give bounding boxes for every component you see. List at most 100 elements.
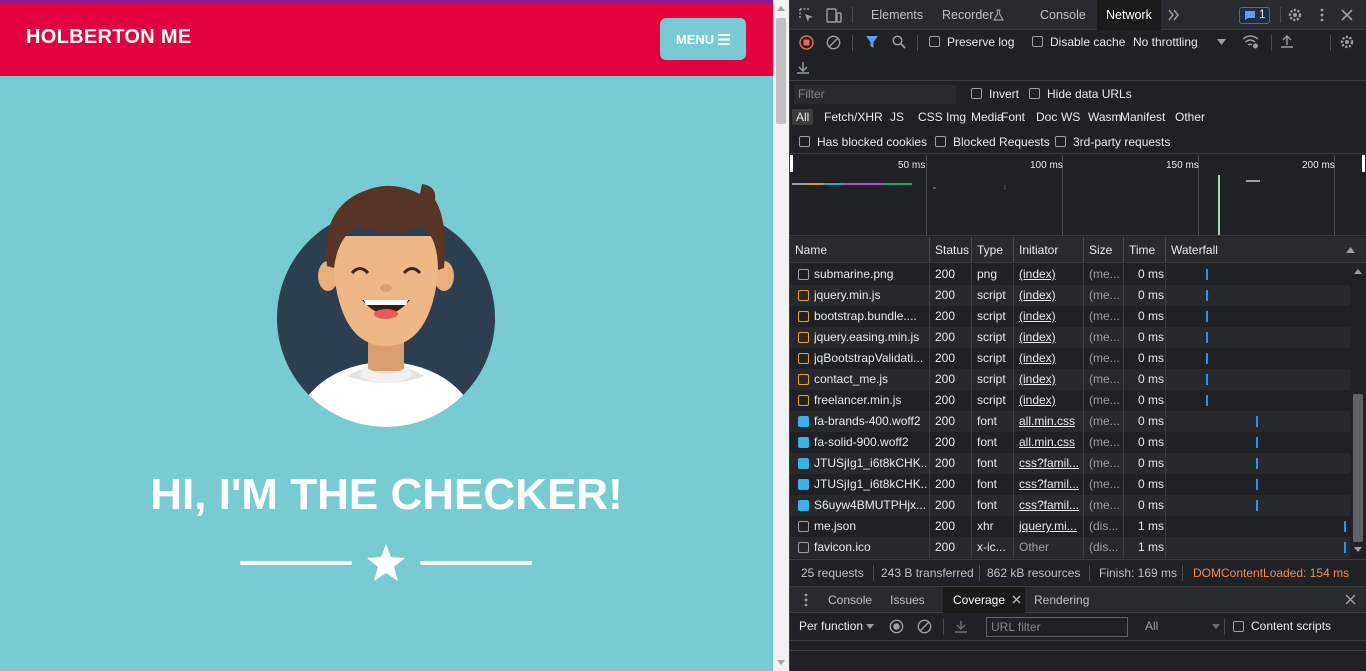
scrollbar-thumb[interactable] (1353, 394, 1363, 542)
url-filter-input[interactable]: URL filter (986, 617, 1128, 637)
per-function-select[interactable]: Per function (799, 619, 863, 633)
overview-timeline[interactable]: 50 ms 100 ms 150 ms 200 ms (790, 155, 1366, 236)
drawer-menu-icon[interactable] (804, 593, 808, 607)
request-row[interactable]: jquery.easing.min.js 200 script (index) (me.… (790, 327, 1350, 348)
request-row[interactable]: favicon.ico 200 x-ic... Other (dis... 1 ms (790, 537, 1350, 558)
cell-initiator[interactable]: all.min.css (1019, 432, 1083, 453)
col-time[interactable]: Time (1124, 237, 1166, 263)
has-blocked-cookies-checkbox[interactable] (799, 136, 810, 147)
filter-icon[interactable] (865, 35, 879, 49)
cell-initiator[interactable]: css?famil... (1019, 495, 1083, 516)
record-coverage-icon[interactable] (889, 619, 904, 634)
type-filter-ws[interactable]: WS (1061, 110, 1080, 124)
cell-initiator[interactable]: (index) (1019, 264, 1083, 285)
request-row[interactable]: fa-brands-400.woff2 200 font all.min.css (me… (790, 411, 1350, 432)
more-tabs-chevron-icon[interactable] (1167, 9, 1181, 21)
cell-initiator[interactable]: jquery.mi... (1019, 516, 1083, 537)
scrollbar-thumb[interactable] (776, 18, 786, 124)
network-conditions-icon[interactable] (1242, 34, 1259, 49)
col-type[interactable]: Type (972, 237, 1014, 263)
cell-initiator[interactable]: (index) (1019, 390, 1083, 411)
throttling-select[interactable]: No throttling (1133, 35, 1198, 49)
request-row[interactable]: me.json 200 xhr jquery.mi... (dis... 1 ms (790, 516, 1350, 537)
type-filter-manifest[interactable]: Manifest (1120, 110, 1165, 124)
cell-initiator[interactable]: css?famil... (1019, 453, 1083, 474)
tab-network[interactable]: Network (1097, 0, 1161, 30)
content-scripts-checkbox[interactable] (1233, 621, 1244, 632)
drawer-tab-console[interactable]: Console (828, 593, 872, 607)
col-status[interactable]: Status (930, 237, 972, 263)
request-row[interactable]: bootstrap.bundle.... 200 script (index) (me.… (790, 306, 1350, 327)
chevron-down-icon[interactable] (866, 624, 874, 629)
brand-link[interactable]: HOLBERTON ME (26, 26, 191, 49)
tab-console[interactable]: Console (1040, 0, 1086, 30)
request-row[interactable]: JTUSjIg1_i6t8kCHK... 200 font css?famil... (… (790, 474, 1350, 495)
close-tab-icon[interactable] (1012, 595, 1021, 604)
disable-cache-checkbox[interactable] (1032, 36, 1043, 47)
col-waterfall[interactable]: Waterfall (1166, 237, 1350, 263)
import-har-icon[interactable] (1280, 34, 1294, 49)
overview-handle-right[interactable] (1362, 155, 1365, 172)
menu-button[interactable]: MENU (660, 18, 746, 60)
device-toolbar-icon[interactable] (826, 8, 842, 23)
col-size[interactable]: Size (1084, 237, 1124, 263)
type-filter-font[interactable]: Font (1001, 110, 1025, 124)
invert-checkbox[interactable] (971, 88, 982, 99)
request-row[interactable]: JTUSjIg1_i6t8kCHK... 200 font css?famil... (… (790, 453, 1350, 474)
filter-input[interactable]: Filter (794, 85, 956, 104)
scroll-up-arrow-icon[interactable] (777, 6, 785, 11)
request-row[interactable]: S6uyw4BMUTPHjx... 200 font css?famil... (me.… (790, 495, 1350, 516)
settings-gear-icon[interactable] (1287, 7, 1303, 23)
request-row[interactable]: freelancer.min.js 200 script (index) (me... 0… (790, 390, 1350, 411)
type-filter-wasm[interactable]: Wasm (1088, 110, 1122, 124)
scroll-down-arrow-icon[interactable] (1354, 547, 1362, 552)
overview-handle-left[interactable] (790, 155, 793, 172)
drawer-tab-issues[interactable]: Issues (890, 593, 925, 607)
type-filter-fetch-xhr[interactable]: Fetch/XHR (824, 110, 883, 124)
col-initiator[interactable]: Initiator (1014, 237, 1084, 263)
drawer-tab-rendering[interactable]: Rendering (1034, 593, 1089, 607)
third-party-checkbox[interactable] (1055, 136, 1066, 147)
type-filter-media[interactable]: Media (971, 110, 1004, 124)
request-row[interactable]: jquery.min.js 200 script (index) (me... 0 ms (790, 285, 1350, 306)
chevron-down-icon[interactable] (1217, 39, 1226, 45)
type-filter-img[interactable]: Img (946, 110, 966, 124)
close-devtools-icon[interactable] (1341, 9, 1353, 21)
tab-recorder[interactable]: Recorder (942, 0, 993, 30)
cell-initiator[interactable]: css?famil... (1019, 474, 1083, 495)
request-row[interactable]: contact_me.js 200 script (index) (me... 0 ms (790, 369, 1350, 390)
clear-icon[interactable] (826, 35, 841, 50)
cell-initiator[interactable]: Other (1019, 537, 1083, 558)
close-drawer-icon[interactable] (1345, 594, 1356, 605)
export-coverage-icon[interactable] (954, 619, 968, 634)
request-row[interactable]: fa-solid-900.woff2 200 font all.min.css (me.… (790, 432, 1350, 453)
request-table-scrollbar[interactable] (1350, 264, 1366, 558)
search-icon[interactable] (892, 35, 906, 49)
network-settings-gear-icon[interactable] (1339, 34, 1355, 50)
cell-initiator[interactable]: (index) (1019, 306, 1083, 327)
cell-initiator[interactable]: (index) (1019, 327, 1083, 348)
scroll-up-arrow-icon[interactable] (1354, 269, 1362, 274)
chevron-down-icon[interactable] (1212, 624, 1220, 629)
cell-initiator[interactable]: (index) (1019, 285, 1083, 306)
coverage-type-select[interactable]: All (1145, 619, 1158, 633)
cell-initiator[interactable]: all.min.css (1019, 411, 1083, 432)
request-row[interactable]: submarine.png 200 png (index) (me... 0 ms (790, 264, 1350, 285)
cell-initiator[interactable]: (index) (1019, 369, 1083, 390)
sort-ascending-icon[interactable] (1346, 247, 1355, 253)
blocked-requests-checkbox[interactable] (935, 136, 946, 147)
drawer-tab-coverage[interactable]: Coverage (943, 587, 1025, 613)
preserve-log-checkbox[interactable] (929, 36, 940, 47)
issues-counter[interactable]: 1 (1239, 7, 1270, 24)
kebab-menu-icon[interactable] (1319, 8, 1325, 22)
hide-data-urls-checkbox[interactable] (1029, 88, 1040, 99)
type-filter-all[interactable]: All (792, 109, 814, 125)
scroll-down-arrow-icon[interactable] (777, 660, 785, 665)
page-scrollbar[interactable] (773, 0, 789, 671)
col-name[interactable]: Name (790, 237, 930, 263)
inspect-element-icon[interactable] (799, 8, 814, 23)
clear-coverage-icon[interactable] (917, 619, 932, 634)
cell-initiator[interactable]: (index) (1019, 348, 1083, 369)
type-filter-js[interactable]: JS (890, 110, 904, 124)
type-filter-css[interactable]: CSS (918, 110, 943, 124)
